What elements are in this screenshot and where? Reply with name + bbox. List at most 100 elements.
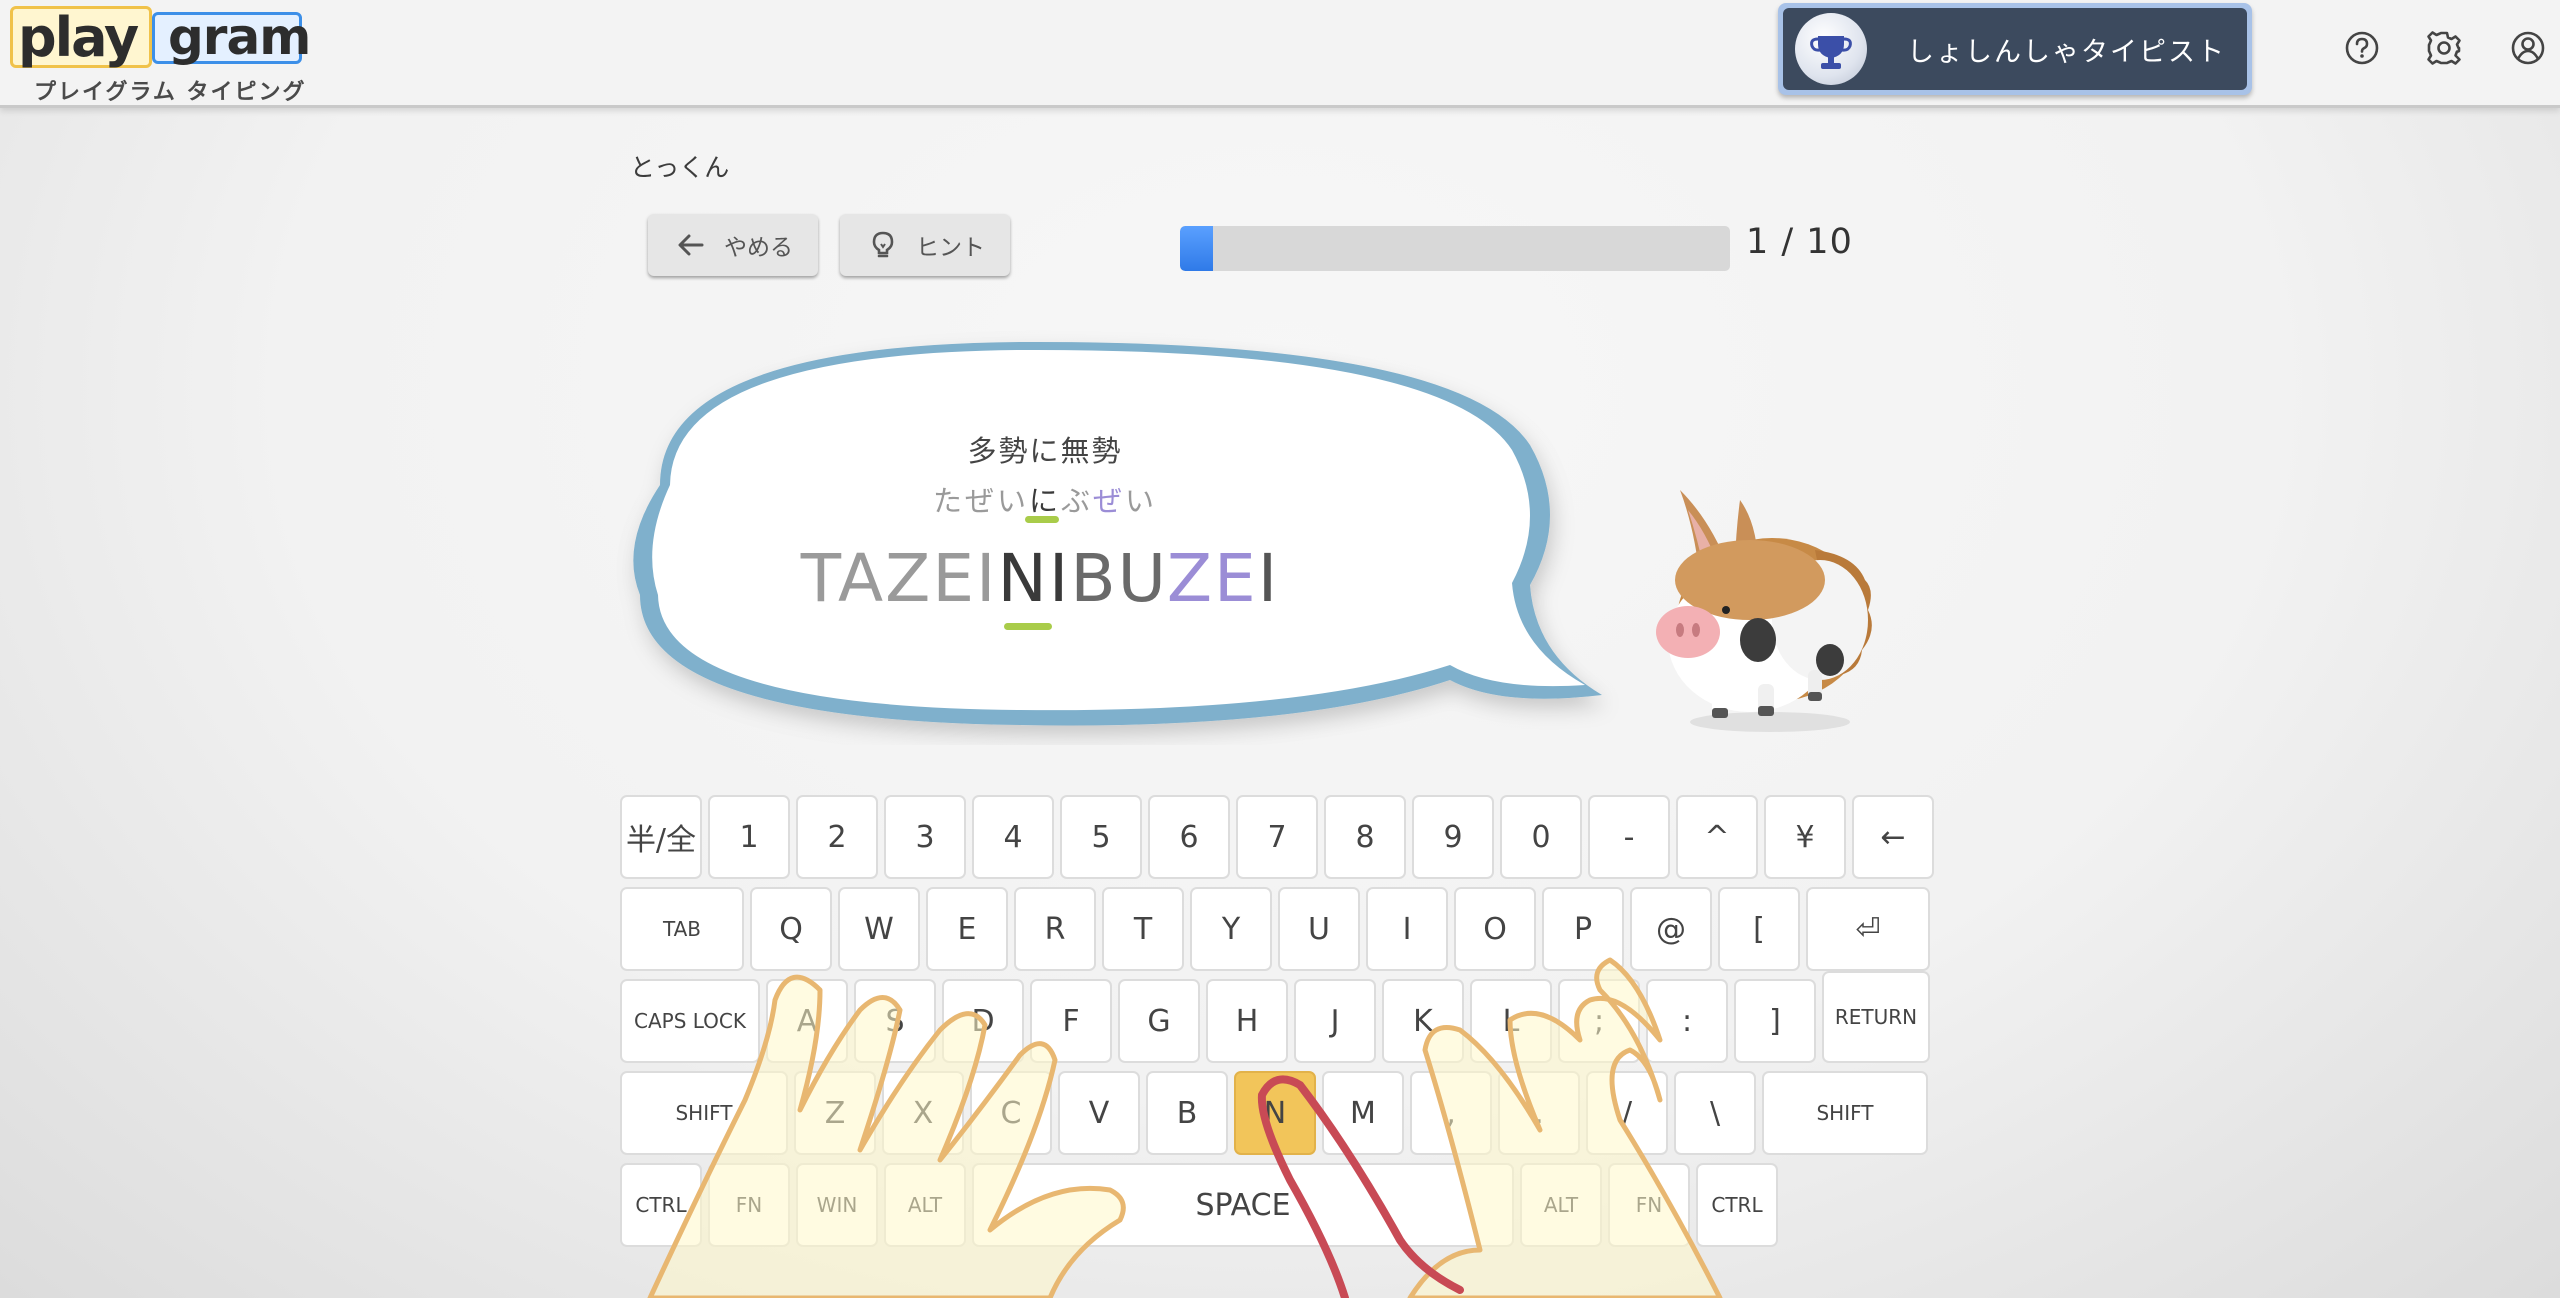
prompt-kanji: 多勢に無勢: [967, 434, 1123, 468]
key-c[interactable]: C: [970, 1071, 1052, 1155]
key-3[interactable]: 3: [884, 795, 966, 879]
rank-badge-inner: しょしんしゃタイピスト: [1783, 8, 2247, 90]
key-9[interactable]: 9: [1412, 795, 1494, 879]
key-tab[interactable]: TAB: [620, 887, 744, 971]
romaji-rest: I: [1257, 540, 1280, 617]
key-symbol-3-10[interactable]: /: [1586, 1071, 1668, 1155]
key-s[interactable]: S: [854, 979, 936, 1063]
progress-fill: [1180, 226, 1213, 271]
key-5[interactable]: 5: [1060, 795, 1142, 879]
key-k[interactable]: K: [1382, 979, 1464, 1063]
progress-bar: [1180, 226, 1730, 271]
romaji-current: NI: [997, 540, 1071, 617]
kana-next: ぶ: [1060, 484, 1093, 518]
key-symbol-2-11[interactable]: :: [1646, 979, 1728, 1063]
key-u[interactable]: U: [1278, 887, 1360, 971]
key-fn[interactable]: FN: [1608, 1163, 1690, 1247]
key-alt[interactable]: ALT: [1520, 1163, 1602, 1247]
key-6[interactable]: 6: [1148, 795, 1230, 879]
key-a[interactable]: A: [766, 979, 848, 1063]
key-shift[interactable]: SHIFT: [1762, 1071, 1928, 1155]
boar-character: [1656, 490, 1872, 732]
romaji-current-underline: [1004, 623, 1052, 630]
key-m[interactable]: M: [1322, 1071, 1404, 1155]
playgram-logo[interactable]: play gram プレイグラム タイピング: [10, 6, 311, 106]
key-symbol-3-11[interactable]: \: [1674, 1071, 1756, 1155]
key-z[interactable]: Z: [794, 1071, 876, 1155]
key-o[interactable]: O: [1454, 887, 1536, 971]
key-shift[interactable]: SHIFT: [620, 1071, 788, 1155]
key-symbol-0-14[interactable]: ←: [1852, 795, 1934, 879]
key-capslock[interactable]: CAPS LOCK: [620, 979, 760, 1063]
key-p[interactable]: P: [1542, 887, 1624, 971]
key-symbol-1-11[interactable]: @: [1630, 887, 1712, 971]
key-ctrl[interactable]: CTRL: [620, 1163, 702, 1247]
key-e[interactable]: E: [926, 887, 1008, 971]
kana-rest: い: [1125, 484, 1158, 518]
kana-typed: たぜい: [932, 484, 1029, 518]
lightbulb-icon: [866, 228, 900, 262]
key-symbol-0-13[interactable]: ¥: [1764, 795, 1846, 879]
key-d[interactable]: D: [942, 979, 1024, 1063]
quit-button[interactable]: やめる: [648, 214, 818, 276]
key-ctrl[interactable]: CTRL: [1696, 1163, 1778, 1247]
key-l[interactable]: L: [1470, 979, 1552, 1063]
key-h[interactable]: H: [1206, 979, 1288, 1063]
key-win[interactable]: WIN: [796, 1163, 878, 1247]
key-n[interactable]: N: [1234, 1071, 1316, 1155]
key-1[interactable]: 1: [708, 795, 790, 879]
kana-highlight: ぜ: [1093, 484, 1126, 518]
key-symbol-0-11[interactable]: -: [1588, 795, 1670, 879]
key-y[interactable]: Y: [1190, 887, 1272, 971]
hint-button[interactable]: ヒント: [840, 214, 1010, 276]
kana-current-underline: [1025, 516, 1059, 523]
key-w[interactable]: W: [838, 887, 920, 971]
key-alt[interactable]: ALT: [884, 1163, 966, 1247]
app-header: play gram プレイグラム タイピング しょしんしゃタイピスト: [0, 0, 2560, 108]
key-v[interactable]: V: [1058, 1071, 1140, 1155]
key-j[interactable]: J: [1294, 979, 1376, 1063]
key-x[interactable]: X: [882, 1071, 964, 1155]
key-7[interactable]: 7: [1236, 795, 1318, 879]
key-i[interactable]: I: [1366, 887, 1448, 971]
hint-button-label: ヒント: [916, 235, 985, 261]
key-symbol-0-12[interactable]: ^: [1676, 795, 1758, 879]
key-f[interactable]: F: [1030, 979, 1112, 1063]
speech-bubble: [633, 341, 1602, 726]
key-0[interactable]: 0: [1500, 795, 1582, 879]
key-q[interactable]: Q: [750, 887, 832, 971]
key-2[interactable]: 2: [796, 795, 878, 879]
key-g[interactable]: G: [1118, 979, 1200, 1063]
trophy-icon: [1795, 13, 1867, 85]
key-4[interactable]: 4: [972, 795, 1054, 879]
logo-subtitle: プレイグラム タイピング: [34, 80, 307, 105]
keyboard: 半/全 1 2 3 4 5 6 7 8 9 0- ^ ¥ ← TAB Q W E R T Y U I O P @[⏎ CAPS LO…: [620, 795, 1936, 1255]
mode-title: とっくん: [630, 153, 730, 182]
romaji-next: BU: [1070, 540, 1167, 617]
key-symbol-3-8[interactable]: ,: [1410, 1071, 1492, 1155]
rank-badge[interactable]: しょしんしゃタイピスト: [1778, 3, 2252, 95]
key-symbol-2-10[interactable]: ;: [1558, 979, 1640, 1063]
key-symbol-3-9[interactable]: .: [1498, 1071, 1580, 1155]
logo-word-play: play: [18, 6, 139, 69]
rank-title: しょしんしゃタイピスト: [1907, 36, 2226, 68]
romaji-typed: TAZEI: [800, 540, 998, 617]
arrow-left-icon: [674, 228, 708, 262]
key-symbol-2-12[interactable]: ]: [1734, 979, 1816, 1063]
key-space[interactable]: SPACE: [972, 1163, 1514, 1247]
prompt-kana: たぜいにぶぜい: [890, 478, 1200, 520]
settings-gear-icon[interactable]: [2424, 28, 2464, 68]
key-fn[interactable]: FN: [708, 1163, 790, 1247]
key-t[interactable]: T: [1102, 887, 1184, 971]
romaji-highlight: ZE: [1166, 540, 1258, 617]
key-symbol-0-0[interactable]: 半/全: [620, 795, 702, 879]
key-return[interactable]: RETURN: [1822, 971, 1930, 1063]
key-symbol-1-12[interactable]: [: [1718, 887, 1800, 971]
key-8[interactable]: 8: [1324, 795, 1406, 879]
key-symbol-1-13[interactable]: ⏎: [1806, 887, 1930, 971]
help-icon[interactable]: [2342, 28, 2382, 68]
account-icon[interactable]: [2508, 28, 2548, 68]
key-r[interactable]: R: [1014, 887, 1096, 971]
key-b[interactable]: B: [1146, 1071, 1228, 1155]
quit-button-label: やめる: [724, 235, 793, 261]
